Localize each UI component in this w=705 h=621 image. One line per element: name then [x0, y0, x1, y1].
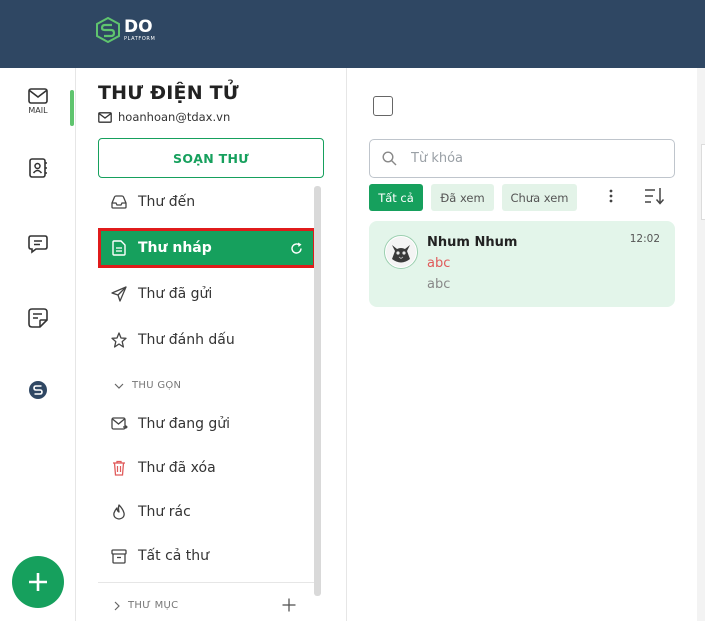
- send-icon: [110, 285, 128, 303]
- folder-drafts[interactable]: Thư nháp: [98, 228, 316, 268]
- folder-label: Thư rác: [138, 504, 191, 520]
- sort-button[interactable]: [643, 186, 665, 210]
- plus-icon: [29, 573, 47, 591]
- app-rail: MAIL: [0, 68, 76, 621]
- outbox-icon: [110, 415, 128, 433]
- folder-spam[interactable]: Thư rác: [98, 492, 316, 532]
- rail-item-mail[interactable]: MAIL: [0, 88, 76, 115]
- folder-all-mail[interactable]: Tất cả thư: [98, 536, 316, 576]
- chevron-right-icon: [114, 601, 120, 610]
- folder-outbox[interactable]: Thư đang gửi: [98, 404, 316, 444]
- mail-list-item[interactable]: Nhum Nhum abc abc 12:02: [369, 221, 675, 307]
- folder-starred[interactable]: Thư đánh dấu: [98, 320, 316, 360]
- mail-list-pane: Tất cả Đã xem Chưa xem Nhum N: [347, 68, 697, 621]
- cat-avatar-icon: [386, 237, 416, 267]
- rail-item-label: MAIL: [28, 106, 48, 115]
- more-vertical-icon: [609, 189, 613, 203]
- divider: [98, 582, 316, 583]
- platform-logo-icon: [29, 381, 47, 399]
- mail-icon: [28, 88, 48, 104]
- account-email: hoanhoan@tdax.vn: [98, 110, 230, 124]
- select-all-checkbox[interactable]: [373, 96, 393, 116]
- search-icon: [382, 151, 397, 166]
- fab-add-button[interactable]: [12, 556, 64, 608]
- folder-inbox[interactable]: Thư đến: [98, 182, 316, 222]
- trash-icon: [110, 459, 128, 477]
- folder-scrollbar[interactable]: [314, 186, 321, 596]
- avatar: [384, 235, 418, 269]
- reader-pane-card-edge: [701, 144, 705, 220]
- platform-logo-icon: [96, 17, 120, 43]
- compose-button[interactable]: SOẠN THƯ: [98, 138, 324, 178]
- folders-section-label: THƯ MỤC: [128, 600, 179, 611]
- logo-subtext: PLATFORM: [124, 35, 156, 42]
- spam-icon: [110, 503, 128, 521]
- mail-sender: Nhum Nhum: [427, 235, 518, 250]
- account-email-text: hoanhoan@tdax.vn: [118, 110, 231, 124]
- contacts-icon: [29, 158, 47, 178]
- draft-icon: [110, 239, 128, 257]
- rail-item-notes[interactable]: [0, 308, 76, 328]
- chevron-down-icon: [114, 383, 124, 389]
- sort-icon: [645, 188, 665, 205]
- mail-snippet: abc: [427, 277, 451, 292]
- filter-read[interactable]: Đã xem: [431, 184, 494, 211]
- folder-label: Thư đánh dấu: [138, 332, 235, 348]
- chat-icon: [28, 235, 48, 254]
- star-icon: [110, 331, 128, 349]
- folder-sent[interactable]: Thư đã gửi: [98, 274, 316, 314]
- search-input[interactable]: [411, 151, 651, 166]
- top-bar: DO PLATFORM: [0, 0, 705, 68]
- more-options-button[interactable]: [609, 188, 613, 208]
- plus-icon: [282, 598, 296, 612]
- folder-label: Thư đã xóa: [138, 460, 216, 476]
- archive-icon: [110, 547, 128, 565]
- folder-label: Thư đã gửi: [138, 286, 213, 302]
- folder-label: Thư đang gửi: [138, 416, 231, 432]
- page-title: THƯ ĐIỆN TỬ: [98, 82, 239, 104]
- search-box[interactable]: [369, 139, 675, 178]
- folder-label: Tất cả thư: [138, 548, 210, 564]
- filter-unread[interactable]: Chưa xem: [502, 184, 577, 211]
- folder-label: Thư nháp: [138, 240, 212, 256]
- filter-all[interactable]: Tất cả: [369, 184, 423, 211]
- folder-panel: THƯ ĐIỆN TỬ hoanhoan@tdax.vn SOẠN THƯ Th…: [76, 68, 347, 621]
- notes-icon: [28, 308, 48, 328]
- folders-section-toggle[interactable]: THƯ MỤC: [114, 600, 178, 611]
- rail-item-contacts[interactable]: [0, 158, 76, 178]
- mail-icon: [98, 111, 112, 123]
- rail-item-platform[interactable]: [0, 380, 76, 400]
- mail-subject: abc: [427, 256, 451, 271]
- logo-text: DO: [124, 16, 153, 37]
- collapse-label: THU GỌN: [132, 380, 182, 391]
- folder-trash[interactable]: Thư đã xóa: [98, 448, 316, 488]
- add-folder-button[interactable]: [282, 597, 296, 616]
- folder-label: Thư đến: [138, 194, 196, 210]
- refresh-icon[interactable]: [290, 242, 303, 259]
- mail-time: 12:02: [629, 233, 660, 245]
- rail-item-chat[interactable]: [0, 234, 76, 254]
- collapse-toggle[interactable]: THU GỌN: [114, 380, 181, 391]
- inbox-icon: [110, 193, 128, 211]
- brand-logo[interactable]: DO PLATFORM: [96, 16, 155, 44]
